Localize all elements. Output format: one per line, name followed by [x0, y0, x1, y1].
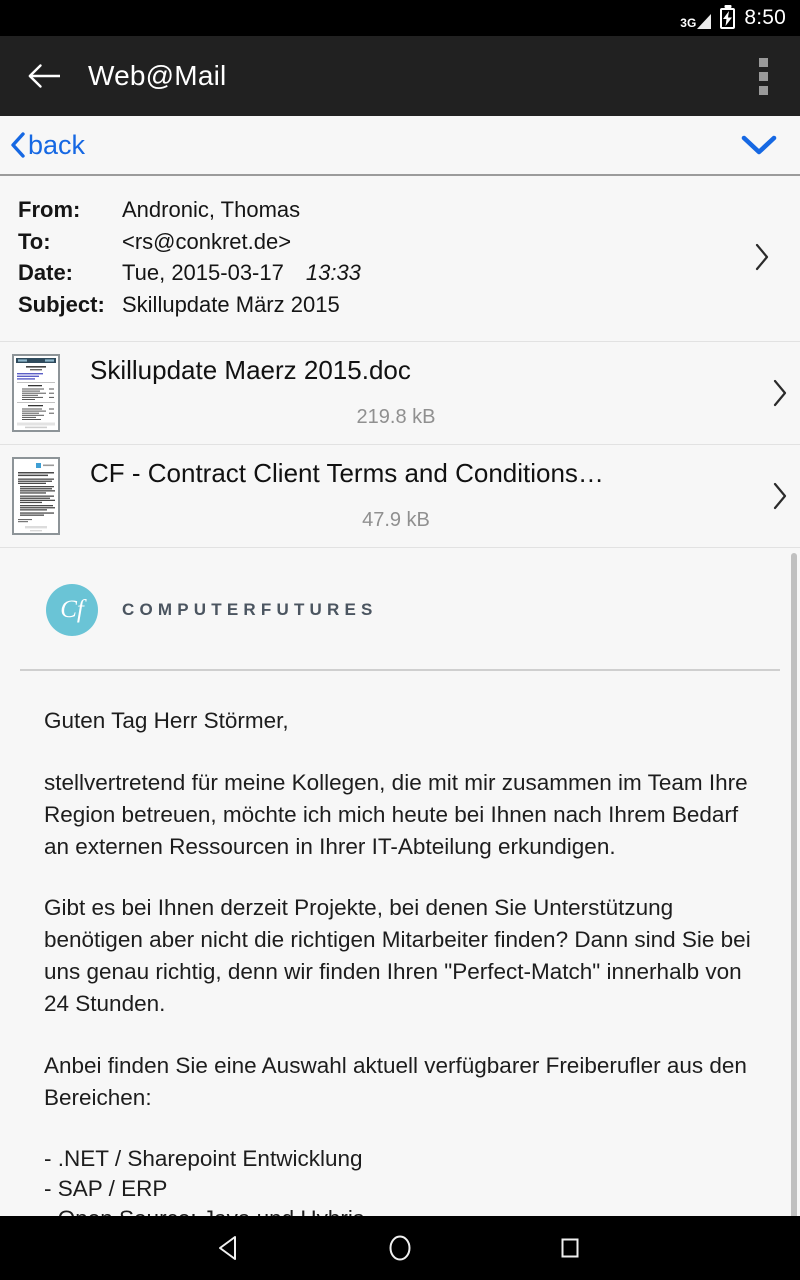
- attachment-open-button[interactable]: [760, 378, 800, 408]
- triangle-back-icon: [219, 1236, 236, 1260]
- attachment-info: Skillupdate Maerz 2015.doc 219.8 kB: [90, 356, 760, 430]
- bolt-glyph: [723, 10, 733, 26]
- attachment-open-button[interactable]: [760, 481, 800, 511]
- header-detail-button[interactable]: [742, 242, 782, 272]
- system-navigation-bar: [0, 1216, 800, 1280]
- greeting-paragraph: Guten Tag Herr Störmer,: [44, 707, 289, 733]
- attachment-info: CF - Contract Client Terms and Condition…: [90, 459, 760, 533]
- header-row-to: To: <rs@conkret.de>: [18, 226, 742, 258]
- body-paragraph-3: Anbei finden Sie eine Auswahl aktuell ve…: [44, 1053, 747, 1111]
- back-button[interactable]: [22, 53, 68, 99]
- list-item: - .NET / Sharepoint Entwicklung: [44, 1146, 363, 1172]
- attachment-size: 47.9 kB: [362, 509, 430, 532]
- signal-triangle-icon: [697, 14, 712, 29]
- header-row-date: Date: Tue, 2015-03-17 13:33: [18, 257, 742, 289]
- page-title: Web@Mail: [88, 60, 227, 91]
- vertical-scrollbar[interactable]: [791, 552, 797, 1243]
- header-value-from: Andronic, Thomas: [122, 197, 301, 222]
- message-text: Guten Tag Herr Störmer, stellvertretend …: [20, 705, 780, 1243]
- cf-glyph: Cf: [60, 596, 87, 623]
- attachment-size: 219.8 kB: [356, 406, 436, 429]
- header-label-date: Date:: [18, 260, 74, 286]
- chevron-down-icon: [741, 135, 777, 155]
- signal-indicator: 3G: [680, 7, 712, 30]
- overflow-dot: [759, 85, 768, 95]
- chevron-right-icon: [755, 244, 769, 271]
- body-paragraph-1: stellvertretend für meine Kollegen, die …: [44, 769, 748, 859]
- back-link-label: back: [28, 129, 86, 160]
- thumbnail-preview: [14, 355, 58, 430]
- list-item: - SAP / ERP: [44, 1175, 168, 1201]
- chevron-right-icon: [773, 482, 787, 509]
- attachment-name: Skillupdate Maerz 2015.doc: [90, 355, 411, 385]
- thumbnail-preview: [14, 458, 58, 533]
- header-row-subject: Subject: Skillupdate März 2015: [18, 289, 742, 321]
- back-link[interactable]: back: [10, 130, 85, 161]
- chevron-left-icon: [11, 132, 25, 158]
- svg-text:Cf: Cf: [60, 596, 87, 623]
- battery-charging-icon: [720, 7, 736, 29]
- expand-headers-button[interactable]: [740, 132, 778, 158]
- attachment-name: CF - Contract Client Terms and Condition…: [90, 458, 604, 488]
- header-label-from: From:: [18, 197, 81, 222]
- document-thumbnail: [12, 456, 60, 535]
- date-text: Tue, 2015-03-17: [122, 260, 284, 286]
- company-wordmark: COMPUTERFUTURES: [122, 599, 378, 619]
- nav-recents-button[interactable]: [538, 1216, 602, 1280]
- header-value-subject: Skillupdate März 2015: [122, 292, 340, 318]
- email-header-fields: From: Andronic, Thomas To: <rs@conkret.d…: [18, 194, 742, 321]
- app-bar: Web@Mail: [0, 36, 800, 116]
- overflow-dot: [759, 71, 768, 81]
- clock-label: 8:50: [744, 6, 786, 29]
- document-thumbnail: [12, 353, 60, 432]
- email-header-block[interactable]: From: Andronic, Thomas To: <rs@conkret.d…: [0, 176, 800, 342]
- arrow-left-icon: [28, 64, 60, 88]
- attachment-row[interactable]: Skillupdate Maerz 2015.doc 219.8 kB: [0, 341, 800, 445]
- body-paragraph-2: Gibt es bei Ihnen derzeit Projekte, bei …: [44, 895, 751, 1017]
- square-recents-icon: [561, 1238, 579, 1258]
- nav-back-button[interactable]: [198, 1216, 262, 1280]
- divider: [20, 668, 780, 671]
- computerfutures-monogram-icon: Cf: [46, 583, 98, 636]
- chevron-right-icon: [773, 379, 787, 406]
- time-text: 13:33: [305, 260, 361, 286]
- message-body[interactable]: Cf COMPUTERFUTURES Guten Tag Herr Störme…: [0, 547, 800, 1243]
- more-vertical-icon[interactable]: [747, 48, 780, 105]
- attachment-row[interactable]: CF - Contract Client Terms and Condition…: [0, 444, 800, 548]
- status-bar: 3G 8:50: [0, 0, 800, 36]
- header-label-to: To:: [18, 228, 51, 254]
- header-value-date: Tue, 2015-03-17 13:33: [122, 257, 361, 289]
- company-logo: Cf COMPUTERFUTURES: [46, 583, 780, 636]
- nav-home-button[interactable]: [368, 1216, 432, 1280]
- header-row-from: From: Andronic, Thomas: [18, 194, 742, 226]
- circle-home-icon: [389, 1235, 411, 1261]
- header-label-subject: Subject:: [18, 292, 105, 318]
- message-nav-strip: back: [0, 116, 800, 176]
- header-value-to: <rs@conkret.de>: [122, 228, 292, 254]
- overflow-dot: [759, 57, 768, 67]
- app-screen: 3G 8:50 Web@Mail back From: Andronic, Th…: [0, 0, 800, 1280]
- network-type-label: 3G: [680, 16, 697, 30]
